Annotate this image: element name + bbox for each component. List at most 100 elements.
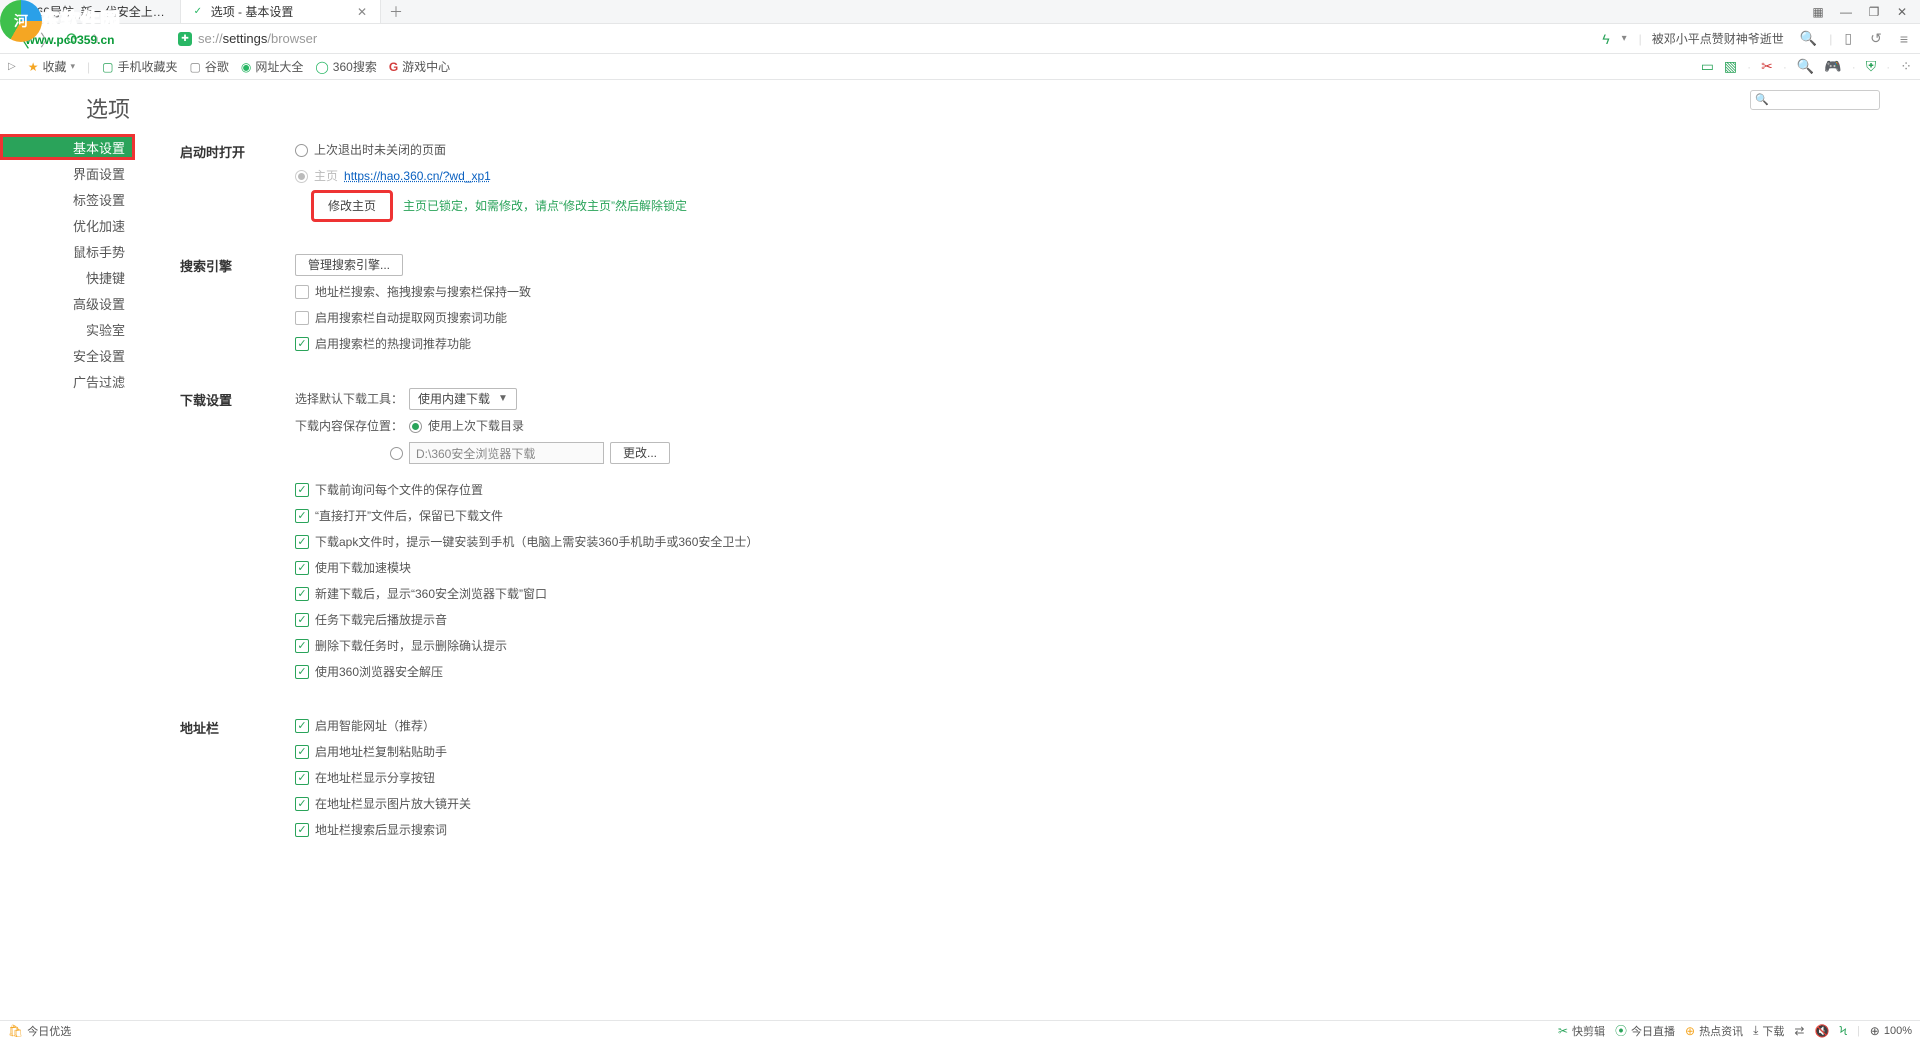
home-button[interactable]: ⌂ [85, 30, 103, 48]
translate-icon[interactable]: ▭ [1701, 58, 1714, 75]
ab-chk-4[interactable]: ✓ [295, 823, 309, 837]
switcher-icon[interactable]: ⇄ [1794, 1024, 1804, 1038]
bookmark-item-4[interactable]: G游戏中心 [389, 58, 450, 75]
sidebar-item-mouse[interactable]: 鼠标手势 [0, 238, 135, 264]
star-icon: ★ [28, 60, 39, 74]
phone-icon[interactable]: ▯ [1838, 30, 1858, 47]
settings-search-input[interactable] [1750, 90, 1880, 110]
dl-chk-0[interactable]: ✓ [295, 483, 309, 497]
search-ext-icon[interactable]: 🔍 [1797, 58, 1814, 75]
sidebar-item-basic[interactable]: 基本设置 [0, 134, 135, 160]
dl-chk-6[interactable]: ✓ [295, 639, 309, 653]
status-item-3[interactable]: ⤓下载 [1753, 1023, 1784, 1039]
status-today[interactable]: 🛍 今日优选 [8, 1023, 71, 1039]
news-ticker[interactable]: 被邓小平点赞财神爷逝世 [1648, 30, 1788, 47]
bookmark-item-1[interactable]: ▢谷歌 [190, 58, 229, 75]
window-max-button[interactable]: ❐ [1862, 2, 1886, 22]
sidebar-item-tabs[interactable]: 标签设置 [0, 186, 135, 212]
startup-radio-homepage[interactable] [295, 170, 308, 183]
startup-homepage-url[interactable]: https://hao.360.cn/?wd_xp1 [344, 166, 491, 186]
bookmark-item-2[interactable]: ◉网址大全 [241, 58, 304, 75]
sidebar-item-advanced[interactable]: 高级设置 [0, 290, 135, 316]
tab-1[interactable]: ✓ 选项 - 基本设置 ✕ [181, 0, 381, 23]
window-min-button[interactable]: — [1834, 2, 1858, 22]
apps-icon[interactable]: ⁘ [1900, 58, 1912, 75]
tab-1-close-icon[interactable]: ✕ [354, 5, 370, 19]
ab-chk-0[interactable]: ✓ [295, 719, 309, 733]
back-button[interactable]: 〈 [6, 24, 34, 53]
shield-icon[interactable]: ⛨ [1866, 58, 1877, 75]
manage-search-engines-button[interactable]: 管理搜索引擎... [295, 254, 403, 276]
bookmark-bar-right: ▭ ▧ · ✂ · 🔍 🎮 · ⛨ · ⁘ [1701, 58, 1912, 75]
ab-chk-3[interactable]: ✓ [295, 797, 309, 811]
folder-icon: ▢ [190, 60, 201, 74]
address-right-cluster: ϟ ▾ | 被邓小平点赞财神爷逝世 🔍 | ▯ ↺ ≡ [1602, 30, 1914, 47]
sidebar-item-shortcut[interactable]: 快捷键 [0, 264, 135, 290]
reload-button[interactable]: ⟳ [62, 29, 83, 49]
bookmark-fav[interactable]: ★ 收藏 ▾ [28, 58, 75, 75]
forward-button[interactable]: 〉 [36, 27, 60, 51]
bookmark-item-0[interactable]: ▢手机收藏夹 [102, 58, 177, 75]
ab-chk-1[interactable]: ✓ [295, 745, 309, 759]
mute-icon[interactable]: 🔇 [1814, 1024, 1829, 1038]
sidebar-item-speed[interactable]: 优化加速 [0, 212, 135, 238]
download-change-path-button[interactable]: 更改... [610, 442, 670, 464]
download-radio-custompath[interactable] [390, 447, 403, 460]
address-bar: 〈 〉 ⟳ ⌂ ✚ se://settings/browser ϟ ▾ | 被邓… [0, 24, 1920, 54]
sidebar-item-ui[interactable]: 界面设置 [0, 160, 135, 186]
settings-content: 启动时打开 上次退出时未关闭的页面 主页 https://hao.360.cn/… [135, 134, 1920, 914]
status-item-2[interactable]: ⊕热点资讯 [1685, 1023, 1743, 1039]
tab-0[interactable]: ✹ 360导航_新一代安全上网导航 [0, 0, 181, 23]
dl-chk-1[interactable]: ✓ [295, 509, 309, 523]
lock-icon: ✚ [178, 32, 192, 46]
tab-1-title: 选项 - 基本设置 [211, 3, 348, 20]
undo-icon[interactable]: ↺ [1864, 30, 1888, 47]
search-chk-hotwords[interactable]: ✓ [295, 337, 309, 351]
caret-down-icon: ▼ [498, 389, 508, 409]
download-tool-select[interactable]: 使用内建下载 ▼ [409, 388, 517, 410]
new-tab-button[interactable]: ＋ [381, 2, 411, 22]
settings-page: 选项 🔍 基本设置 界面设置 标签设置 优化加速 鼠标手势 快捷键 高级设置 实… [0, 80, 1920, 1020]
dl-chk-5[interactable]: ✓ [295, 613, 309, 627]
download-icon: ⤓ [1753, 1023, 1758, 1038]
speed-icon[interactable]: ϟ [1602, 31, 1609, 47]
dropdown-icon[interactable]: ▾ [1616, 33, 1633, 44]
window-grid-button[interactable]: ▦ [1806, 2, 1830, 22]
search-icon[interactable]: 🔍 [1794, 30, 1823, 47]
section-startup-label: 启动时打开 [180, 140, 295, 226]
ab-chk-2[interactable]: ✓ [295, 771, 309, 785]
dl-chk-2[interactable]: ✓ [295, 535, 309, 549]
menu-icon[interactable]: ≡ [1894, 31, 1914, 47]
dl-chk-7[interactable]: ✓ [295, 665, 309, 679]
tab-0-favicon: ✹ [10, 5, 24, 19]
scissors-icon[interactable]: ✂ [1761, 58, 1773, 75]
search-chk-sync[interactable]: ✓ [295, 285, 309, 299]
net-icon[interactable]: Ϟ [1839, 1024, 1847, 1038]
dl-chk-4[interactable]: ✓ [295, 587, 309, 601]
sidebar-item-security[interactable]: 安全设置 [0, 342, 135, 368]
section-addressbar: 地址栏 ✓启用智能网址（推荐） ✓启用地址栏复制粘贴助手 ✓在地址栏显示分享按钮… [180, 716, 1880, 846]
window-close-button[interactable]: ✕ [1890, 2, 1914, 22]
bookmark-chevron-icon[interactable]: ▷ [8, 61, 16, 72]
zoom-control[interactable]: ⊕ 100% [1870, 1024, 1912, 1038]
modify-homepage-button[interactable]: 修改主页 [313, 192, 391, 220]
nav-buttons: 〈 〉 ⟳ ⌂ [6, 24, 166, 53]
screenshot-icon[interactable]: ▧ [1724, 58, 1737, 75]
sidebar-item-lab[interactable]: 实验室 [0, 316, 135, 342]
download-radio-lastdir[interactable] [409, 420, 422, 433]
game-icon: G [389, 60, 398, 74]
download-save-label: 下载内容保存位置： [295, 416, 403, 436]
section-search-label: 搜索引擎 [180, 254, 295, 360]
url-box[interactable]: ✚ se://settings/browser [178, 28, 317, 50]
gamepad-icon[interactable]: 🎮 [1824, 58, 1841, 75]
section-download: 下载设置 选择默认下载工具： 使用内建下载 ▼ 下载内容保存位置： 使用上次下载… [180, 388, 1880, 688]
download-path-input[interactable] [409, 442, 604, 464]
dl-chk-3[interactable]: ✓ [295, 561, 309, 575]
search-chk-extract[interactable]: ✓ [295, 311, 309, 325]
cart-icon: 🛍 [8, 1024, 23, 1038]
status-item-1[interactable]: ⦿今日直播 [1615, 1022, 1675, 1039]
sidebar-item-adblock[interactable]: 广告过滤 [0, 368, 135, 394]
startup-radio-lastsession[interactable] [295, 144, 308, 157]
bookmark-item-3[interactable]: ◯360搜索 [315, 58, 376, 75]
status-item-0[interactable]: ✂快剪辑 [1558, 1023, 1605, 1039]
